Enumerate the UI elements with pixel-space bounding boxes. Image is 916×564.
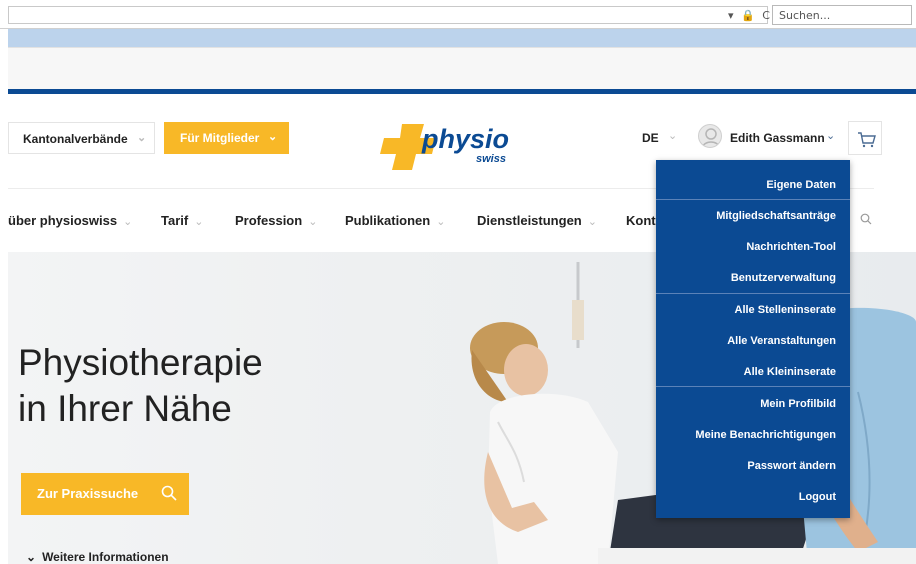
address-bar-icons[interactable]: ▾ 🔒 C	[728, 9, 772, 22]
fuer-mitglieder-button[interactable]: Für Mitglieder ⌄	[164, 122, 289, 154]
kantonalverbaende-button[interactable]: Kantonalverbände ⌄	[8, 122, 155, 154]
nav-item-label: über physioswiss	[8, 213, 118, 228]
search-icon[interactable]	[860, 213, 872, 225]
language-selector[interactable]: DE	[642, 131, 659, 145]
chevron-down-icon: ⌄	[268, 131, 278, 143]
chevron-down-icon: ⌄	[436, 216, 446, 228]
browser-search-input[interactable]: Suchen...	[772, 5, 912, 25]
menu-item-mein-profilbild[interactable]: Mein Profilbild	[760, 398, 836, 410]
chevron-down-icon: ⌄	[26, 550, 37, 564]
address-bar[interactable]	[8, 6, 768, 24]
cart-icon	[858, 132, 876, 148]
nav-item-label: Publikationen	[345, 213, 431, 228]
user-menu-toggle[interactable]: Edith Gassmann	[730, 131, 825, 145]
physioswiss-logo[interactable]: physio swiss	[380, 112, 520, 174]
chevron-down-icon: ⌄	[194, 216, 204, 228]
browser-command-bar	[8, 47, 916, 89]
menu-divider	[656, 293, 850, 294]
nav-item-label: Tarif	[161, 213, 189, 228]
chevron-down-icon: ⌄	[137, 132, 147, 144]
menu-item-alle-kleininserate[interactable]: Alle Kleininserate	[744, 366, 836, 378]
page: ▾ 🔒 C Suchen... Kantonalverbände ⌄ Für M…	[0, 0, 916, 564]
menu-item-passwort-aendern[interactable]: Passwort ändern	[747, 460, 836, 472]
cart-button[interactable]	[848, 121, 882, 155]
kantonalverbaende-label: Kantonalverbände	[23, 132, 128, 146]
praxissuche-label: Zur Praxissuche	[37, 486, 139, 501]
nav-item-label: Dienstleistungen	[477, 213, 582, 228]
chevron-down-icon: ⌄	[123, 216, 133, 228]
user-avatar-icon[interactable]	[698, 124, 722, 148]
logo-subword: swiss	[476, 153, 506, 165]
window-edge	[0, 29, 8, 564]
menu-divider	[656, 386, 850, 387]
menu-item-eigene-daten[interactable]: Eigene Daten	[766, 179, 836, 191]
nav-item-publikationen[interactable]: Publikationen ⌄	[345, 213, 445, 228]
chevron-down-icon: ⌄	[587, 216, 597, 228]
chevron-down-icon[interactable]: ⌄	[668, 129, 677, 142]
user-dropdown-menu: Eigene Daten Mitgliedschaftsanträge Nach…	[656, 160, 850, 518]
hero-title-line-1: Physiotherapie	[18, 342, 263, 383]
nav-item-ueber-physioswiss[interactable]: über physioswiss ⌄	[8, 213, 132, 228]
logo-wordmark: physio	[421, 124, 509, 154]
menu-divider	[656, 199, 850, 200]
nav-item-dienstleistungen[interactable]: Dienstleistungen ⌄	[477, 213, 597, 228]
weitere-informationen-label: Weitere Informationen	[42, 550, 169, 564]
menu-item-mitgliedschaftsantraege[interactable]: Mitgliedschaftsanträge	[716, 210, 836, 222]
menu-item-benutzerverwaltung[interactable]: Benutzerverwaltung	[731, 272, 836, 284]
menu-item-nachrichten-tool[interactable]: Nachrichten-Tool	[746, 241, 836, 253]
chevron-down-icon: ⌄	[308, 216, 318, 228]
search-icon	[161, 485, 177, 501]
favorites-bar	[8, 29, 916, 47]
hero-title-line-2: in Ihrer Nähe	[18, 388, 232, 429]
weitere-informationen-link[interactable]: ⌄ Weitere Informationen	[26, 550, 169, 564]
praxissuche-button[interactable]: Zur Praxissuche	[21, 473, 189, 515]
nav-item-label: Kont	[626, 213, 656, 228]
nav-item-kontakt[interactable]: Kont	[626, 213, 656, 228]
nav-item-label: Profession	[235, 213, 303, 228]
browser-toolbar: ▾ 🔒 C Suchen...	[0, 0, 916, 29]
menu-item-logout[interactable]: Logout	[799, 491, 836, 503]
menu-item-meine-benachrichtigungen[interactable]: Meine Benachrichtigungen	[695, 429, 836, 441]
menu-item-alle-stelleninserate[interactable]: Alle Stelleninserate	[735, 304, 837, 316]
hero-title: Physiotherapie in Ihrer Nähe	[18, 340, 263, 432]
chevron-down-icon[interactable]: ⌄	[826, 129, 835, 142]
nav-item-tarif[interactable]: Tarif ⌄	[161, 213, 203, 228]
nav-item-profession[interactable]: Profession ⌄	[235, 213, 317, 228]
menu-item-alle-veranstaltungen[interactable]: Alle Veranstaltungen	[727, 335, 836, 347]
fuer-mitglieder-label: Für Mitglieder	[180, 131, 260, 145]
